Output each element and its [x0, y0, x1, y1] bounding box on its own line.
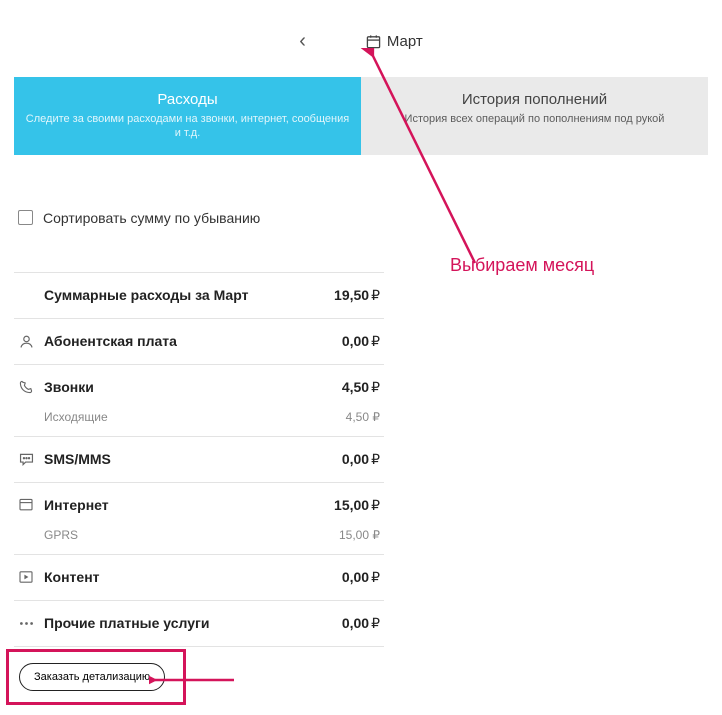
summary-label: Суммарные расходы за Март: [44, 287, 334, 303]
row-label: Абонентская плата: [44, 333, 342, 349]
row-label: Интернет: [44, 497, 334, 513]
annotation-arrow-1: [360, 48, 520, 273]
row-sms[interactable]: SMS/MMS 0,00₽: [14, 436, 384, 482]
message-icon: [18, 451, 44, 468]
row-subscription[interactable]: Абонентская плата 0,00₽: [14, 318, 384, 364]
sort-label: Сортировать сумму по убыванию: [43, 210, 260, 226]
sub-label: Исходящие: [44, 410, 346, 424]
play-icon: [18, 569, 44, 585]
row-amount: 0,00₽: [342, 569, 380, 586]
row-amount: 0,00₽: [342, 333, 380, 350]
calendar-icon: [366, 34, 381, 49]
row-label: SMS/MMS: [44, 451, 342, 467]
browser-icon: [18, 497, 44, 513]
sub-amount: 15,00 ₽: [339, 528, 380, 542]
row-label: Контент: [44, 569, 342, 585]
summary-row: Суммарные расходы за Март 19,50₽: [14, 272, 384, 318]
person-icon: [18, 333, 44, 350]
order-details-button[interactable]: Заказать детализацию: [19, 663, 165, 691]
sort-toggle[interactable]: Сортировать сумму по убыванию: [14, 210, 384, 236]
row-calls[interactable]: Звонки 4,50₽: [14, 364, 384, 410]
row-internet[interactable]: Интернет 15,00₽: [14, 482, 384, 528]
row-label: Звонки: [44, 379, 342, 395]
checkbox-icon: [18, 210, 33, 225]
sub-label: GPRS: [44, 528, 339, 542]
tab-expenses[interactable]: Расходы Следите за своими расходами на з…: [14, 77, 361, 155]
row-other[interactable]: Прочие платные услуги 0,00₽: [14, 600, 384, 647]
summary-amount: 19,50₽: [334, 287, 380, 304]
subrow-outgoing: Исходящие 4,50 ₽: [14, 410, 384, 436]
row-amount: 0,00₽: [342, 615, 380, 632]
more-icon: [18, 615, 44, 632]
annotation-arrow-2: [149, 667, 239, 693]
row-content[interactable]: Контент 0,00₽: [14, 554, 384, 600]
sub-amount: 4,50 ₽: [346, 410, 380, 424]
tab-expenses-sub: Следите за своими расходами на звонки, и…: [24, 112, 351, 141]
prev-month-button[interactable]: ‹: [299, 30, 306, 53]
row-amount: 4,50₽: [342, 379, 380, 396]
row-label: Прочие платные услуги: [44, 615, 342, 631]
row-amount: 0,00₽: [342, 451, 380, 468]
phone-icon: [18, 379, 44, 395]
subrow-gprs: GPRS 15,00 ₽: [14, 528, 384, 554]
tab-expenses-title: Расходы: [24, 91, 351, 108]
row-amount: 15,00₽: [334, 497, 380, 514]
